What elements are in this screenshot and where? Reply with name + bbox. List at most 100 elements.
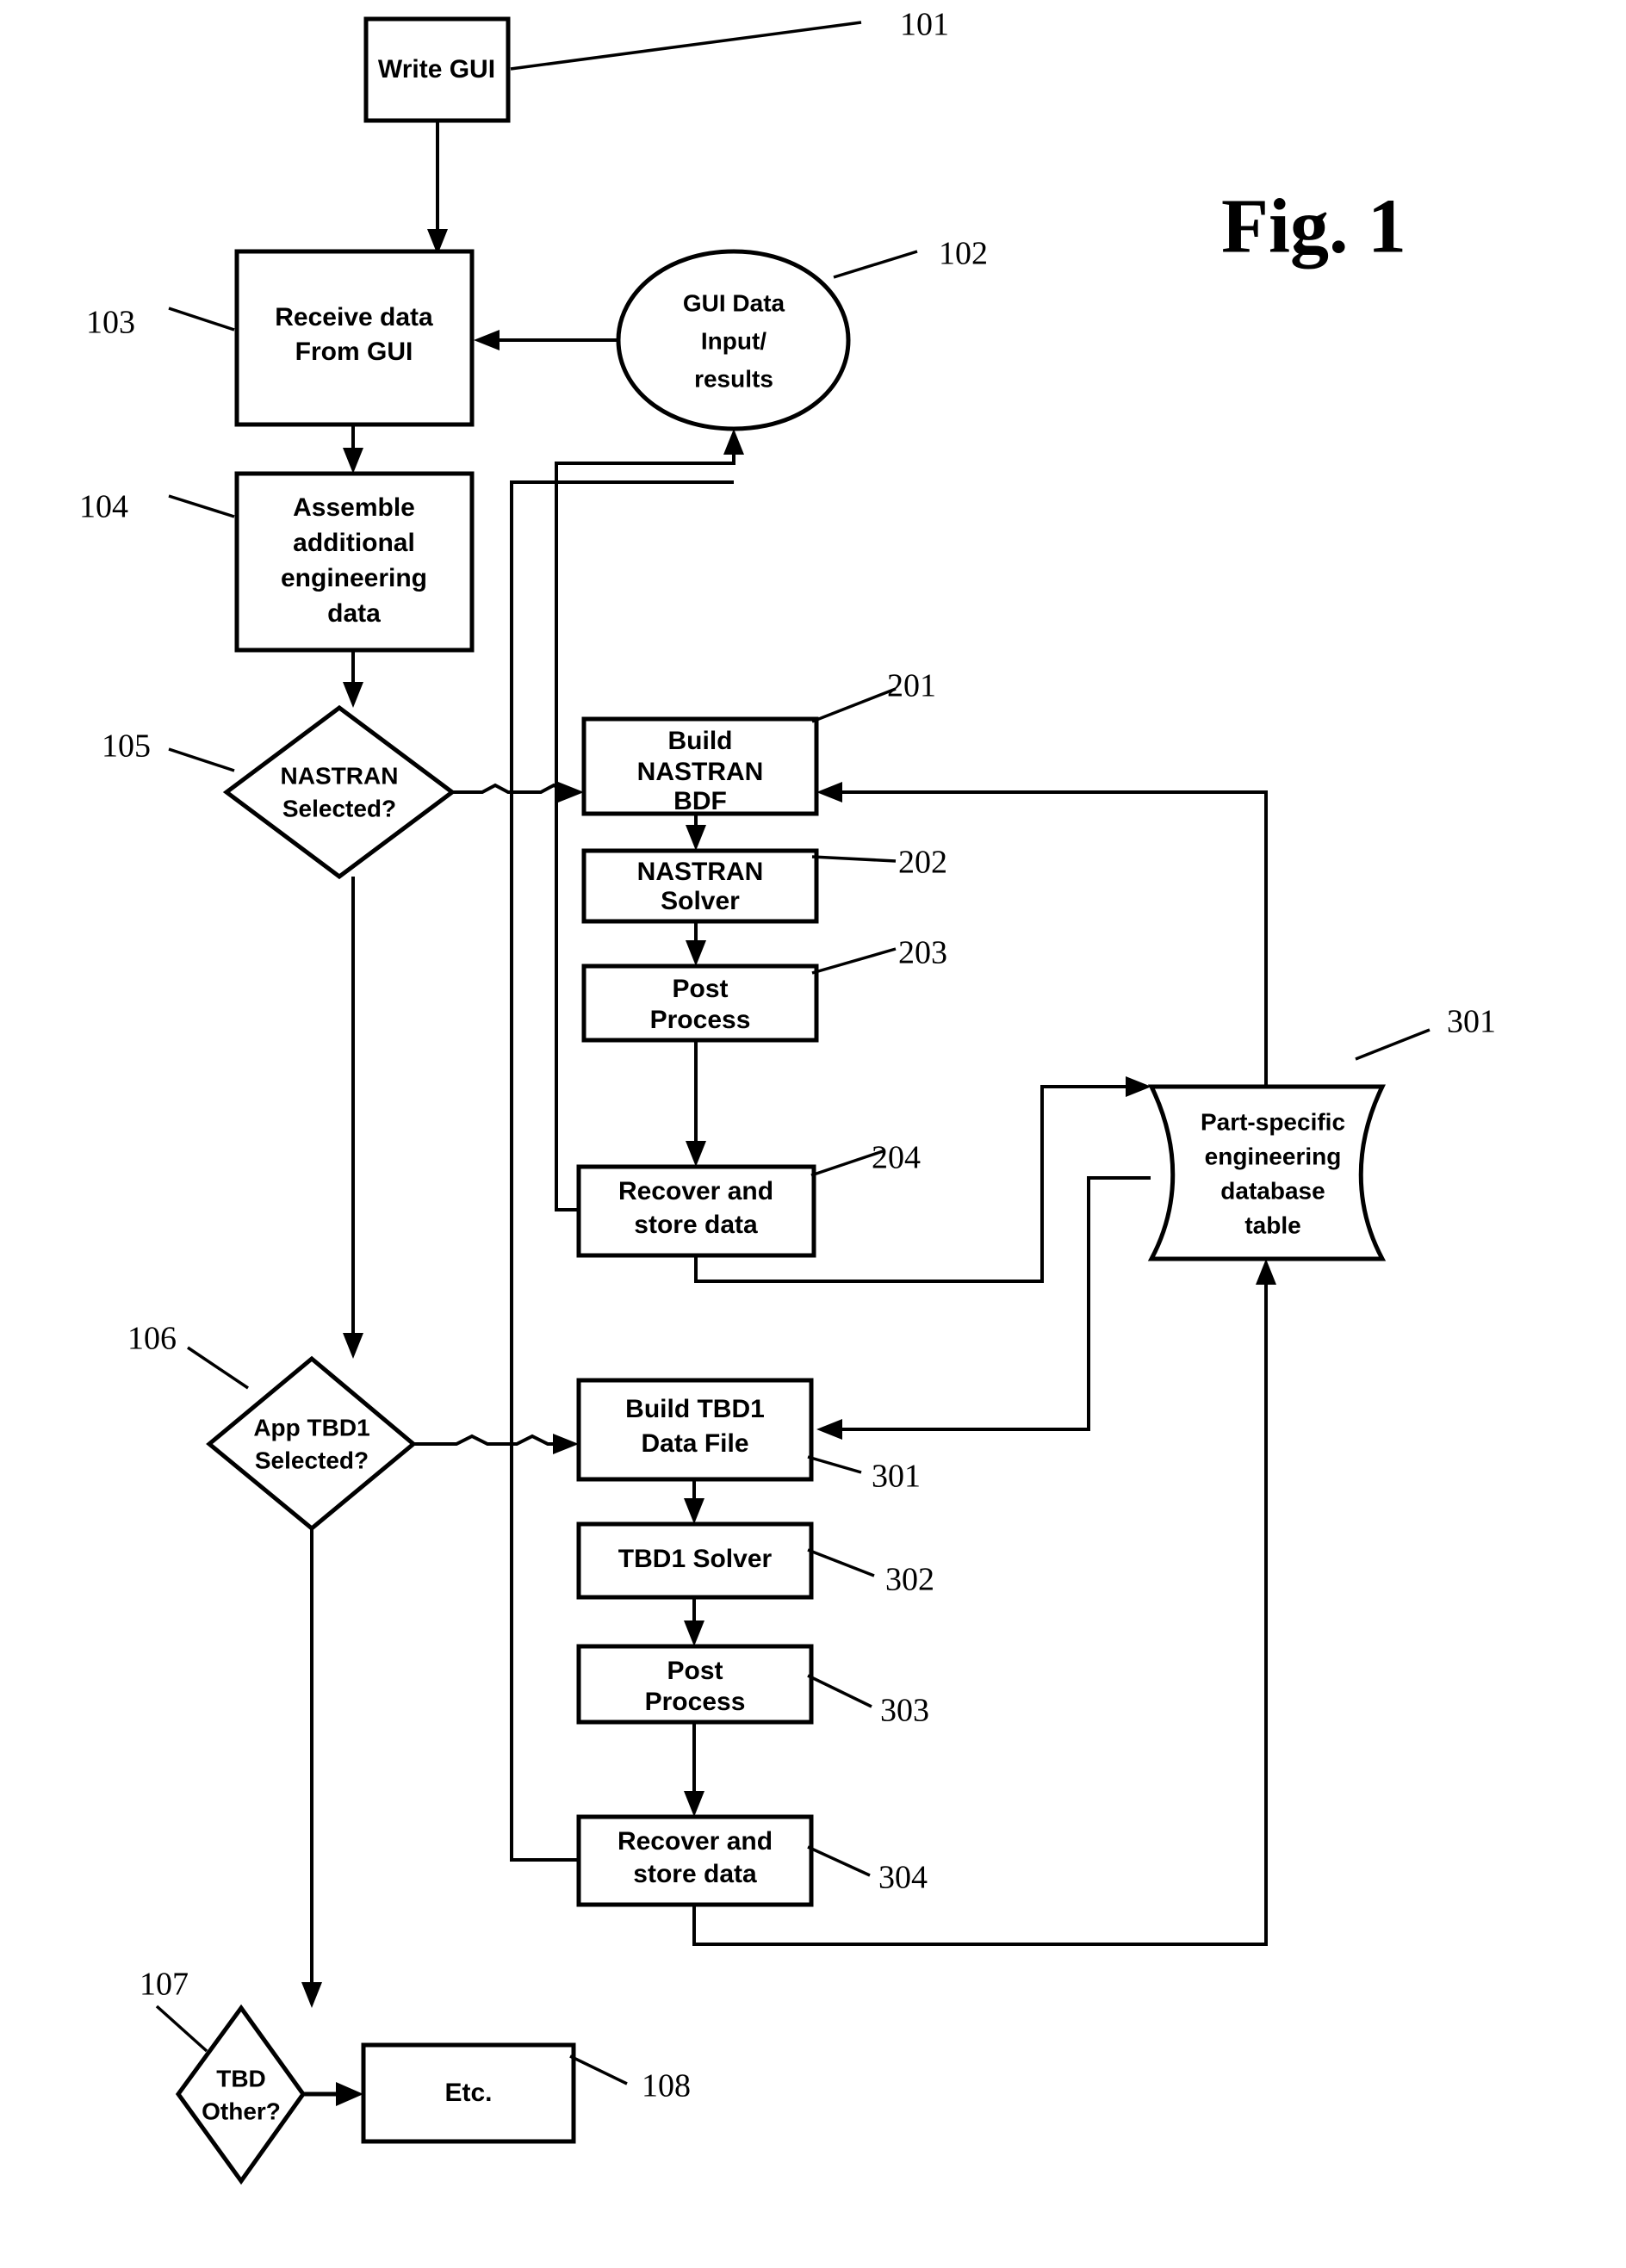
node-assemble-label-1: Assemble — [293, 493, 415, 522]
node-nastran-solver[interactable]: NASTRAN Solver — [581, 848, 819, 924]
flowchart-canvas: Write GUI 101 GUI Data Input/ results 10… — [79, 7, 1496, 2185]
node-nastran-solver-label-1: NASTRAN — [637, 858, 764, 886]
node-post-process-2[interactable]: Post Process — [576, 1644, 814, 1725]
node-receive-data-label-1: Receive data — [275, 303, 433, 332]
node-post-process-1[interactable]: Post Process — [581, 964, 819, 1043]
node-nastran-decision-label-2: Selected? — [282, 795, 396, 821]
node-tbdother-decision[interactable]: TBD Other? — [175, 2004, 307, 2185]
connector-tbd1decision-to-tbdotherdecision — [301, 1528, 322, 2008]
node-tbd1-solver[interactable]: TBD1 Solver — [576, 1521, 814, 1600]
connector-database-to-buildtbd1 — [816, 1176, 1151, 1440]
leader-107: 107 — [140, 1967, 208, 2053]
node-assemble-label-2: additional — [293, 529, 415, 557]
node-build-nastran-label-2: NASTRAN — [637, 758, 764, 786]
node-post-process-2-label-1: Post — [667, 1657, 723, 1685]
connector-postprocess2-to-recoverstore2 — [684, 1722, 704, 1817]
node-build-tbd1-label-2: Data File — [641, 1429, 748, 1458]
connector-tbdotherdecision-to-etc — [303, 2082, 363, 2106]
node-tbdother-decision-label-2: Other? — [202, 2098, 281, 2124]
node-tbd1-solver-label: TBD1 Solver — [618, 1545, 773, 1573]
ref-num-106: 106 — [127, 1321, 177, 1357]
node-build-tbd1-data-file[interactable]: Build TBD1 Data File — [576, 1378, 814, 1482]
connector-buildnastran-to-nastransolver — [686, 814, 706, 851]
ref-num-202: 202 — [898, 845, 947, 881]
connector-writegui-to-guidata — [427, 121, 448, 255]
ref-num-102: 102 — [939, 236, 988, 272]
node-post-process-2-label-2: Process — [645, 1688, 746, 1716]
ref-num-107: 107 — [140, 1967, 189, 2003]
leader-103: 103 — [86, 305, 235, 341]
ref-num-301-database: 301 — [1447, 1004, 1496, 1040]
ref-num-105: 105 — [102, 728, 151, 765]
ref-num-103: 103 — [86, 305, 135, 341]
ref-num-201: 201 — [887, 668, 936, 704]
node-recover-store-1-label-2: store data — [634, 1211, 758, 1239]
node-post-process-1-label-2: Process — [650, 1006, 751, 1034]
node-write-gui[interactable]: Write GUI — [363, 16, 511, 123]
node-build-nastran-label-1: Build — [668, 727, 733, 755]
node-receive-data-label-2: From GUI — [295, 338, 413, 366]
connector-tbd1solver-to-postprocess2 — [684, 1597, 704, 1646]
node-tbd1-decision-label-1: App TBD1 — [253, 1414, 369, 1441]
ref-num-303: 303 — [880, 1693, 929, 1729]
node-recover-store-2-label-2: store data — [633, 1860, 757, 1888]
node-etc-label: Etc. — [444, 2079, 492, 2107]
node-write-gui-label: Write GUI — [378, 55, 495, 84]
connector-recoverstore1-feedback-guidata — [555, 429, 744, 1211]
node-database-label-1: Part-specific — [1201, 1108, 1345, 1135]
leader-304: 304 — [807, 1845, 928, 1896]
node-tbdother-decision-label-1: TBD — [216, 2065, 266, 2091]
node-database-table[interactable]: Part-specific engineering database table — [1147, 1084, 1387, 1261]
node-receive-data[interactable]: Receive data From GUI — [234, 249, 475, 427]
leader-102: 102 — [833, 236, 988, 279]
node-assemble-label-4: data — [327, 599, 381, 628]
connector-nastrandecision-to-buildnastran — [452, 782, 584, 802]
node-recover-store-1[interactable]: Recover and store data — [576, 1164, 816, 1258]
leader-101: 101 — [510, 7, 949, 71]
ref-num-301-buildtbd1: 301 — [872, 1459, 921, 1495]
ref-num-302: 302 — [885, 1562, 934, 1598]
node-recover-store-2[interactable]: Recover and store data — [576, 1814, 814, 1907]
connector-buildtbd1-to-tbd1solver — [684, 1479, 704, 1524]
node-nastran-solver-label-2: Solver — [661, 887, 740, 915]
ref-num-101: 101 — [900, 7, 949, 43]
node-database-label-4: table — [1244, 1211, 1300, 1238]
leader-105: 105 — [102, 728, 235, 772]
connector-tbd1decision-to-buildtbd1 — [413, 1434, 579, 1454]
ref-num-203: 203 — [898, 935, 947, 971]
node-gui-data[interactable]: GUI Data Input/ results — [616, 249, 851, 431]
node-recover-store-1-label-1: Recover and — [618, 1177, 773, 1205]
node-database-label-2: engineering — [1205, 1143, 1342, 1169]
leader-106: 106 — [127, 1321, 249, 1390]
connector-receivedata-to-assemble — [343, 424, 363, 474]
node-etc[interactable]: Etc. — [361, 2042, 576, 2144]
ref-num-204: 204 — [872, 1140, 921, 1176]
leader-108: 108 — [569, 2054, 691, 2104]
leader-202: 202 — [811, 845, 947, 881]
node-gui-data-label-1: GUI Data — [683, 289, 785, 316]
node-tbd1-decision-label-2: Selected? — [255, 1447, 369, 1473]
connector-nastransolver-to-postprocess1 — [686, 921, 706, 966]
leader-104: 104 — [79, 489, 235, 525]
node-assemble-label-3: engineering — [281, 564, 427, 592]
node-build-nastran-bdf[interactable]: Build NASTRAN BDF — [581, 716, 819, 816]
node-gui-data-label-3: results — [694, 365, 773, 392]
node-build-tbd1-label-1: Build TBD1 — [625, 1395, 765, 1423]
leader-204: 204 — [810, 1140, 921, 1177]
leader-203: 203 — [811, 935, 947, 975]
connector-assemble-to-nastran-decision — [343, 650, 363, 708]
node-post-process-1-label-1: Post — [672, 975, 728, 1003]
ref-num-304: 304 — [878, 1860, 928, 1896]
figure-title: Fig. 1 — [1221, 184, 1406, 270]
patent-figure: Write GUI 101 GUI Data Input/ results 10… — [0, 0, 1626, 2268]
connector-database-to-buildnastran — [816, 782, 1268, 1087]
node-nastran-decision-label-1: NASTRAN — [281, 762, 399, 789]
connector-postprocess1-to-recoverstore1 — [686, 1040, 706, 1167]
leader-303: 303 — [807, 1674, 929, 1729]
node-recover-store-2-label-1: Recover and — [618, 1827, 773, 1856]
node-assemble-data[interactable]: Assemble additional engineering data — [234, 471, 475, 653]
node-nastran-decision[interactable]: NASTRAN Selected? — [222, 704, 456, 880]
leader-201: 201 — [811, 668, 936, 723]
node-database-label-3: database — [1220, 1177, 1325, 1204]
node-gui-data-label-2: Input/ — [701, 327, 766, 354]
